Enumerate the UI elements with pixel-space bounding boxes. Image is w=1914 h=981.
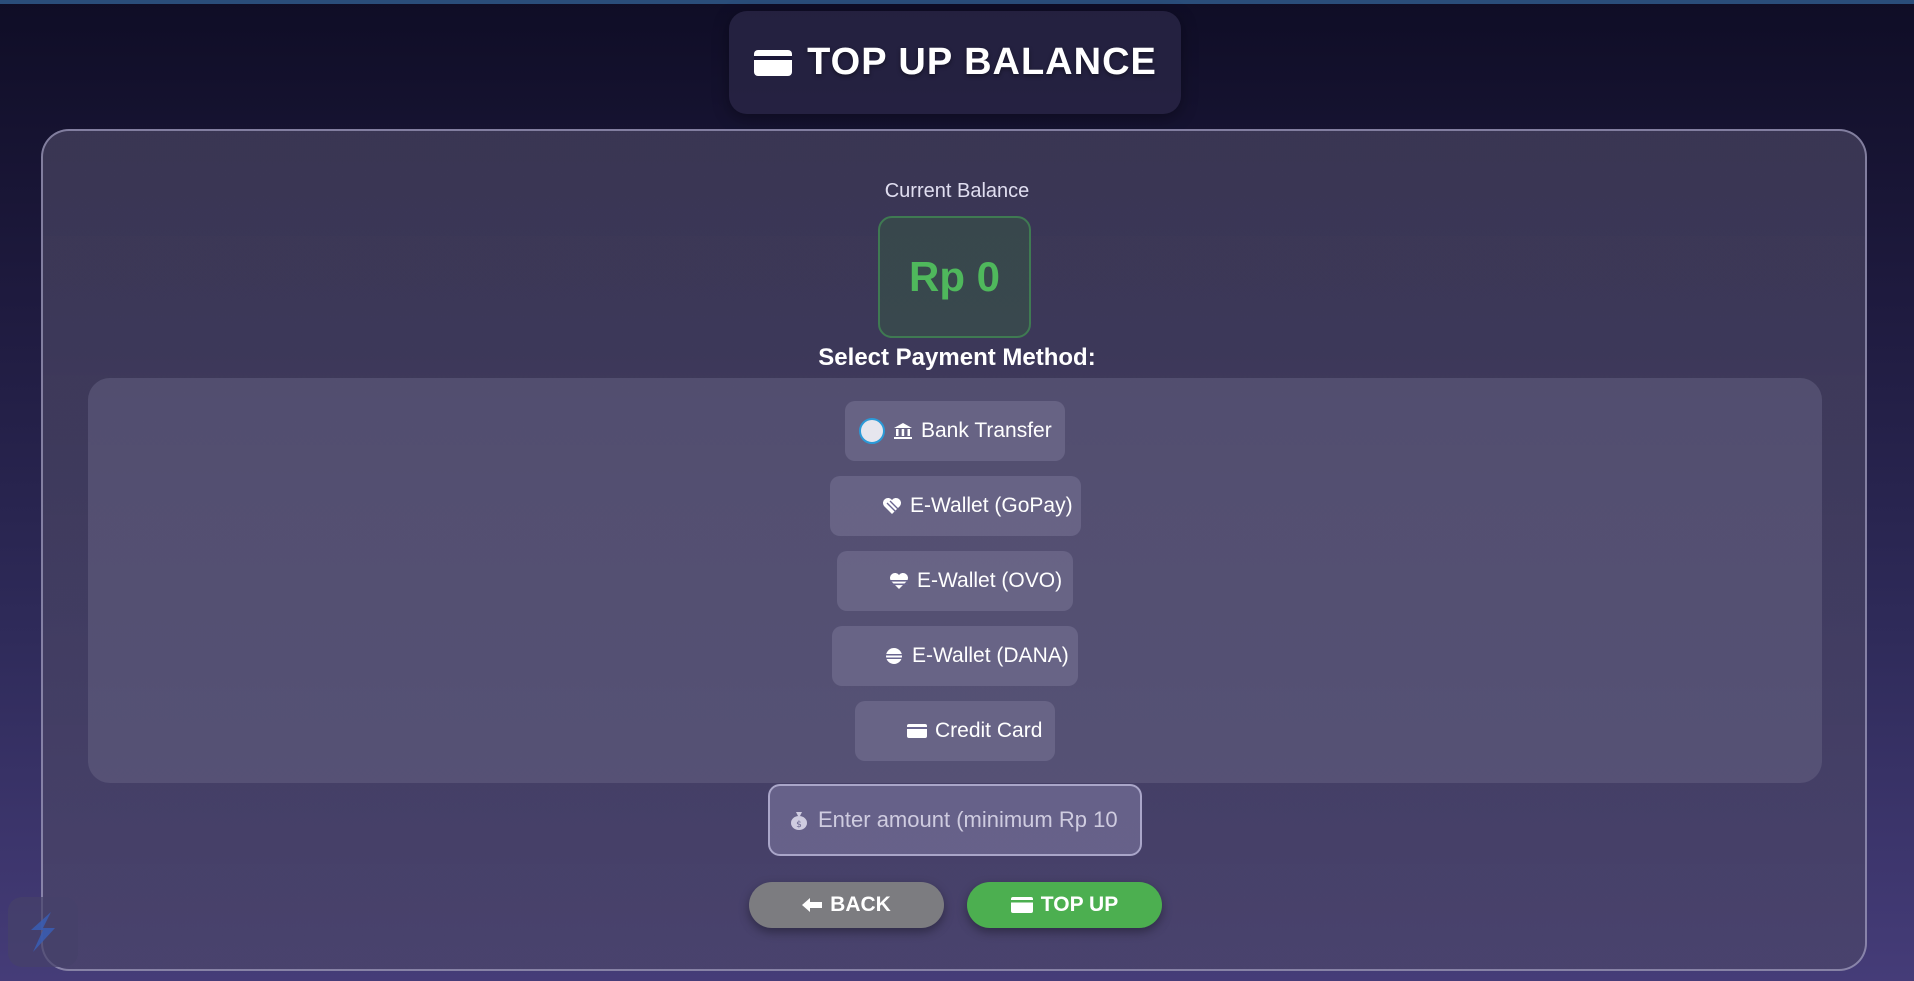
payment-option-dana[interactable]: E-Wallet (DANA) [832,626,1078,686]
credit-card-icon [754,49,793,76]
bank-transfer-radio[interactable] [859,418,885,444]
gopay-label: E-Wallet (GoPay) [910,494,1073,517]
dana-label: E-Wallet (DANA) [912,644,1069,667]
balance-value: Rp 0 [908,253,1000,300]
svg-text:$: $ [796,820,802,830]
balance-label: Current Balance [884,180,1030,202]
top-accent-line [0,0,1914,4]
amount-field[interactable]: $ [768,784,1142,856]
credit-card-icon [907,724,927,738]
app-logo[interactable] [8,897,78,967]
arrow-left-icon [802,898,823,912]
page-header: TOP UP BALANCE [729,11,1181,114]
balance-display: Rp 0 [878,216,1031,338]
bank-transfer-label: Bank Transfer [921,419,1052,442]
topup-button[interactable]: TOP UP [967,882,1162,928]
money-bag-icon: $ [791,812,807,830]
back-button[interactable]: BACK [749,882,944,928]
ovo-label: E-Wallet (OVO) [917,569,1063,592]
topup-button-label: TOP UP [1040,893,1119,916]
payment-option-gopay[interactable]: E-Wallet (GoPay) [830,476,1081,536]
payment-option-bank-transfer[interactable]: Bank Transfer [845,401,1065,461]
payment-option-credit-card[interactable]: Credit Card [855,701,1055,761]
heart-icon [883,498,901,514]
payment-method-heading: Select Payment Method: [818,344,1096,371]
logo-icon [31,912,55,952]
payment-option-ovo[interactable]: E-Wallet (OVO) [837,551,1073,611]
coin-icon [886,648,902,664]
page-title: TOP UP BALANCE [807,41,1157,83]
credit-card-label: Credit Card [935,719,1043,742]
bank-icon [894,423,912,439]
heart-icon [890,573,908,589]
amount-input[interactable] [818,807,1138,833]
credit-card-icon [1010,897,1033,913]
back-button-label: BACK [830,893,891,916]
